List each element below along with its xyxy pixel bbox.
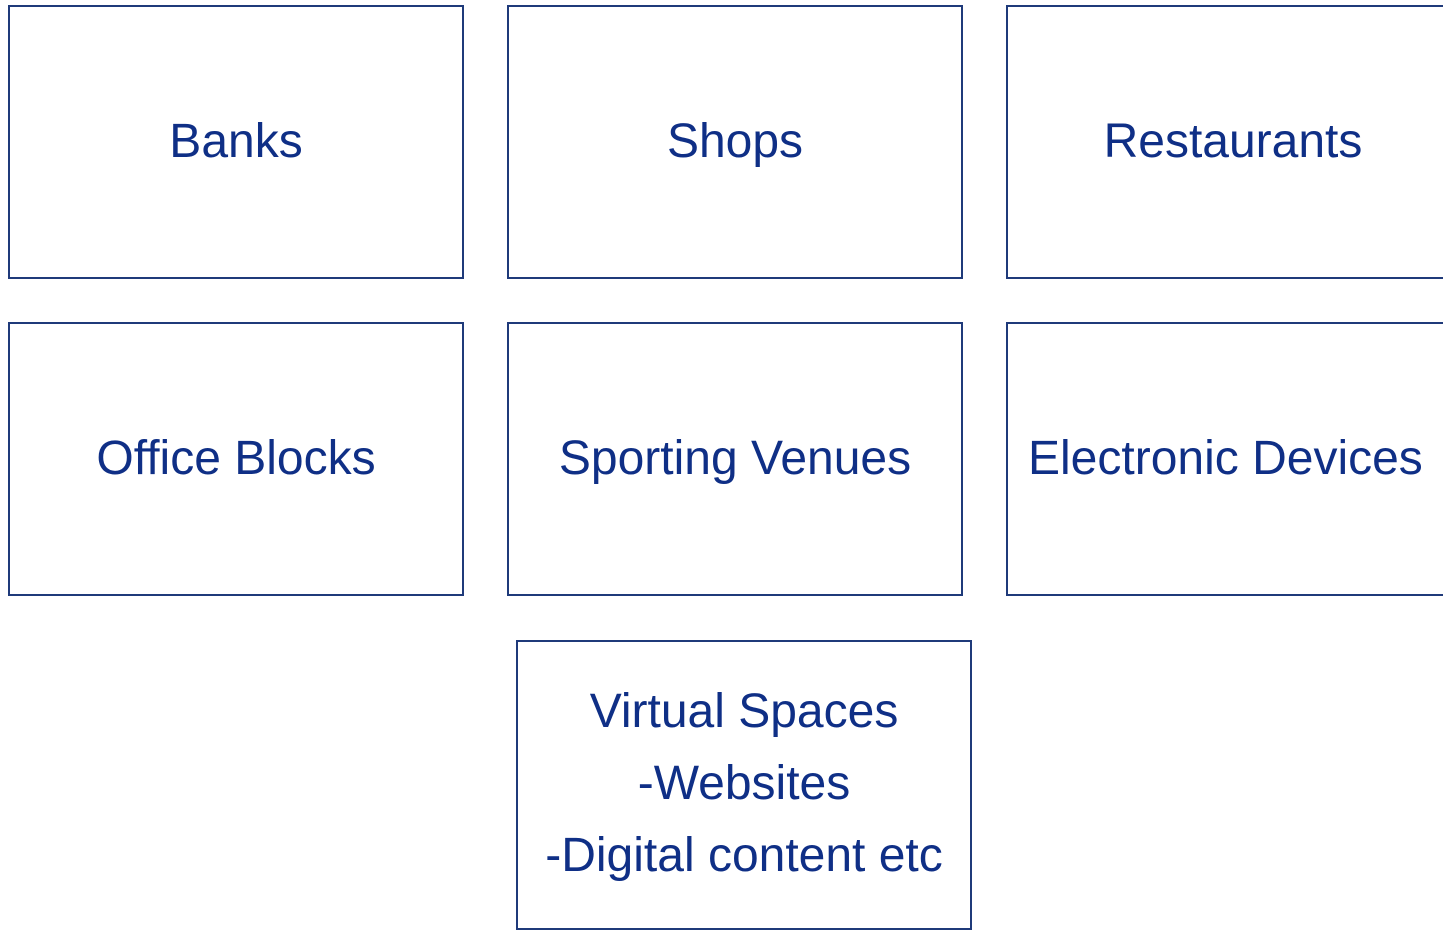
- restaurants-box: Restaurants: [1006, 5, 1443, 279]
- electronic-devices-box: Electronic Devices: [1006, 322, 1443, 596]
- restaurants-label: Restaurants: [1103, 115, 1363, 168]
- shops-box: Shops: [507, 5, 963, 279]
- office-blocks-box: Office Blocks: [8, 322, 464, 596]
- sporting-venues-label: Sporting Venues: [558, 432, 912, 485]
- banks-box: Banks: [8, 5, 464, 279]
- virtual-spaces-digital-content: -Digital content etc: [545, 829, 943, 882]
- virtual-spaces-websites: -Websites: [637, 757, 851, 810]
- office-blocks-label: Office Blocks: [96, 432, 376, 485]
- electronic-devices-label: Electronic Devices: [1028, 432, 1423, 485]
- virtual-spaces-title: Virtual Spaces: [589, 685, 899, 738]
- sporting-venues-box: Sporting Venues: [507, 322, 963, 596]
- shops-label: Shops: [666, 115, 804, 168]
- banks-label: Banks: [169, 115, 303, 168]
- virtual-spaces-box: Virtual Spaces -Websites -Digital conten…: [516, 640, 972, 930]
